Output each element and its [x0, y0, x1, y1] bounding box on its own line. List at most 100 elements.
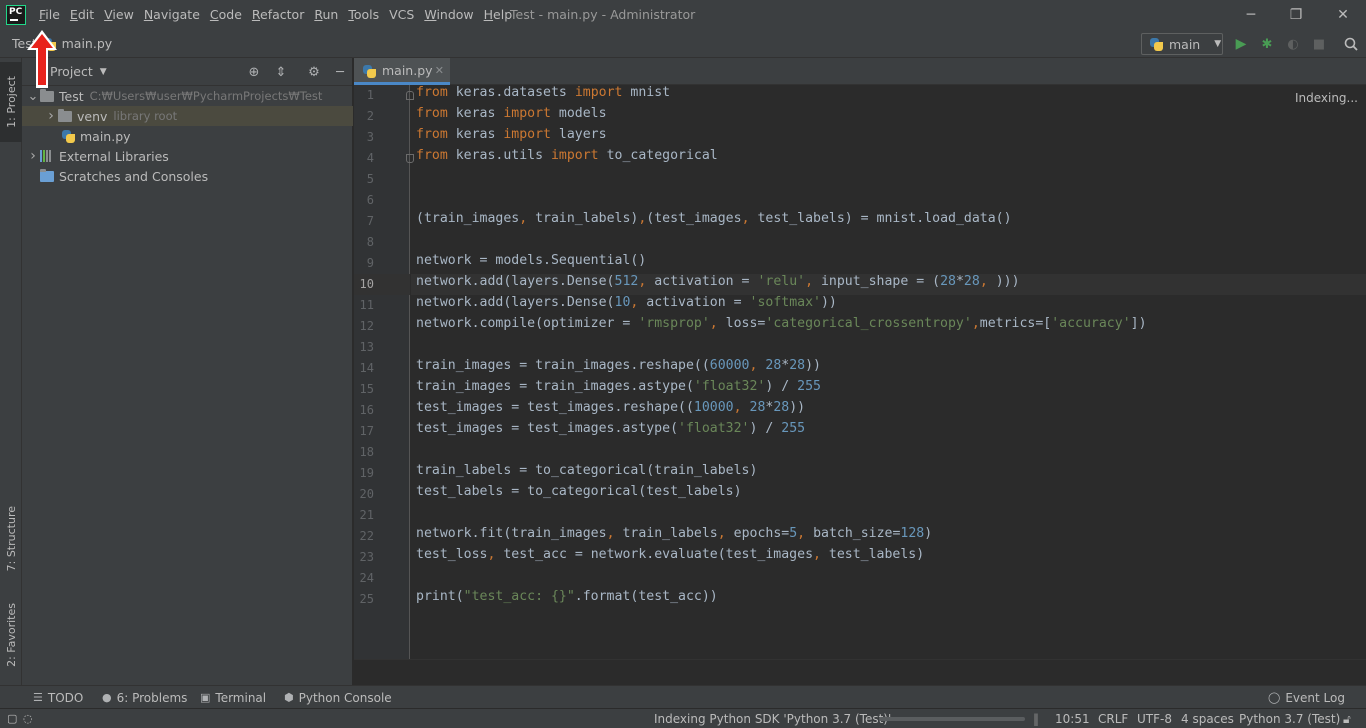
- minimize-button[interactable]: ─: [1228, 0, 1274, 30]
- tab-label: main.py: [382, 62, 433, 78]
- code-line: train_images = train_images.reshape((600…: [416, 358, 821, 373]
- menu-bar: File Edit View Navigate Code Refactor Run Tools…: [34, 0, 517, 30]
- chevron-down-icon[interactable]: ⌄: [26, 89, 40, 104]
- run-configuration-select[interactable]: main ▼: [1141, 33, 1223, 55]
- tree-item-main-py[interactable]: main.py: [22, 126, 353, 146]
- code-line: test_loss, test_acc = network.evaluate(t…: [416, 547, 925, 562]
- line-number: 23: [359, 550, 374, 564]
- lock-icon[interactable]: 🔓︎: [1343, 709, 1351, 728]
- favorites-tool-button[interactable]: 2: Favorites: [0, 593, 22, 677]
- status-bar: ▢ ◌ Indexing Python SDK 'Python 3.7 (Tes…: [0, 708, 1366, 728]
- tree-item-hint: C:₩Users₩user₩PycharmProjects₩Test: [89, 89, 323, 103]
- stop-icon[interactable]: ■: [1311, 36, 1327, 52]
- run-with-coverage-icon[interactable]: ◐: [1285, 36, 1301, 52]
- tab-main-py[interactable]: main.py ✕: [354, 58, 450, 85]
- menu-code[interactable]: Code: [205, 0, 247, 30]
- code-line: test_labels = to_categorical(test_labels…: [416, 484, 742, 499]
- chevron-right-icon[interactable]: ›: [44, 108, 58, 124]
- menu-window[interactable]: Window: [419, 0, 478, 30]
- editor-bottom-area: [354, 659, 1366, 685]
- toggle-tool-windows-icon[interactable]: ▢: [7, 709, 17, 728]
- breadcrumb-file[interactable]: main.py: [62, 30, 113, 58]
- folder-icon: [40, 88, 54, 102]
- run-configuration-label: main: [1169, 36, 1201, 52]
- tree-item-hint: library root: [113, 109, 178, 123]
- code-area[interactable]: from keras.datasets import mnist from ker…: [411, 85, 1366, 659]
- menu-tools[interactable]: Tools: [343, 0, 384, 30]
- terminal-tool-button[interactable]: ▣ Terminal: [200, 686, 266, 709]
- line-number: 18: [359, 445, 374, 459]
- menu-edit[interactable]: Edit: [65, 0, 99, 30]
- code-line: print("test_acc: {}".format(test_acc)): [416, 589, 718, 604]
- line-number: 2: [366, 109, 374, 123]
- python-icon: [1150, 37, 1163, 51]
- structure-tool-button[interactable]: 7: Structure: [0, 498, 22, 580]
- collapse-all-icon[interactable]: ⇕: [273, 64, 289, 80]
- code-line: test_images = test_images.astype('float3…: [416, 421, 806, 436]
- chevron-down-icon: ▼: [1214, 39, 1222, 49]
- python-interpreter[interactable]: Python 3.7 (Test): [1239, 709, 1340, 728]
- menu-vcs[interactable]: VCS: [384, 0, 419, 30]
- gear-icon[interactable]: ⚙: [306, 64, 322, 80]
- indent-setting[interactable]: 4 spaces: [1181, 709, 1234, 728]
- locate-file-icon[interactable]: ⊕: [246, 64, 262, 80]
- code-line: from keras import models: [416, 106, 607, 121]
- tree-item-label: Scratches and Consoles: [59, 168, 209, 184]
- code-line: network.add(layers.Dense(512, activation…: [416, 274, 1020, 289]
- indexing-status-text[interactable]: Indexing Python SDK 'Python 3.7 (Test)': [654, 709, 891, 728]
- line-number: 19: [359, 466, 374, 480]
- line-number: 24: [359, 571, 374, 585]
- close-tab-icon[interactable]: ✕: [435, 64, 444, 77]
- line-separator[interactable]: CRLF: [1098, 709, 1128, 728]
- debug-icon[interactable]: ✱: [1259, 36, 1275, 52]
- line-number: 5: [366, 172, 374, 186]
- line-number: 11: [359, 298, 374, 312]
- list-icon: ☰: [33, 691, 43, 704]
- pause-indexing-icon[interactable]: ‖: [1033, 709, 1039, 728]
- line-number: 9: [366, 256, 374, 270]
- line-number: 25: [359, 592, 374, 606]
- menu-refactor[interactable]: Refactor: [247, 0, 309, 30]
- line-number: 13: [359, 340, 374, 354]
- code-line: train_labels = to_categorical(train_labe…: [416, 463, 758, 478]
- line-number: 7: [366, 214, 374, 228]
- code-line: (train_images, train_labels),(test_image…: [416, 211, 1012, 226]
- tree-item-test[interactable]: ⌄ Test C:₩Users₩user₩PycharmProjects₩Test: [22, 86, 353, 106]
- problems-tool-button[interactable]: ● 6: Problems: [102, 686, 187, 709]
- folder-icon: [58, 108, 72, 122]
- tree-item-scratches-and-consoles[interactable]: Scratches and Consoles: [22, 166, 353, 186]
- editor: main.py ✕ 1 2 3 4 5 6 7 8 9 10 11 12 13 14 15 16 17 18 19 2…: [354, 58, 1366, 685]
- python-console-tool-button[interactable]: ⬢ Python Console: [284, 686, 392, 709]
- python-console-icon: ⬢: [284, 691, 294, 704]
- libraries-icon: [40, 150, 54, 162]
- python-file-icon: [62, 129, 75, 143]
- chevron-right-icon[interactable]: ›: [26, 148, 40, 164]
- run-icon[interactable]: ▶: [1233, 36, 1249, 52]
- menu-view[interactable]: View: [99, 0, 139, 30]
- python-file-icon: [363, 65, 376, 78]
- event-log-tool-button[interactable]: ◯ Event Log: [1268, 686, 1345, 709]
- file-encoding[interactable]: UTF-8: [1137, 709, 1172, 728]
- line-number: 20: [359, 487, 374, 501]
- line-number: 22: [359, 529, 374, 543]
- line-number: 4: [366, 151, 374, 165]
- restore-button[interactable]: ❐: [1273, 0, 1319, 30]
- indexing-progress-bar: [879, 717, 1025, 721]
- tree-item-venv[interactable]: › venv library root: [22, 106, 353, 126]
- hide-panel-icon[interactable]: ─: [332, 64, 348, 80]
- background-tasks-icon[interactable]: ◌: [23, 709, 33, 728]
- tree-item-external-libraries[interactable]: › External Libraries: [22, 146, 353, 166]
- menu-navigate[interactable]: Navigate: [139, 0, 205, 30]
- close-window-button[interactable]: ✕: [1320, 0, 1366, 30]
- chevron-down-icon[interactable]: ▼: [100, 67, 107, 77]
- menu-file[interactable]: File: [34, 0, 65, 30]
- project-panel-header: Project ▼ ⊕ ⇕ ⚙ ─: [22, 58, 352, 86]
- line-number: 8: [366, 235, 374, 249]
- window-title: Test - main.py - Administrator: [510, 7, 696, 22]
- caret-position[interactable]: 10:51: [1055, 709, 1090, 728]
- menu-run[interactable]: Run: [309, 0, 343, 30]
- project-tool-button[interactable]: 1: Project: [0, 62, 22, 142]
- search-icon[interactable]: [1343, 36, 1359, 52]
- todo-tool-button[interactable]: ☰ TODO: [33, 686, 83, 709]
- line-number: 12: [359, 319, 374, 333]
